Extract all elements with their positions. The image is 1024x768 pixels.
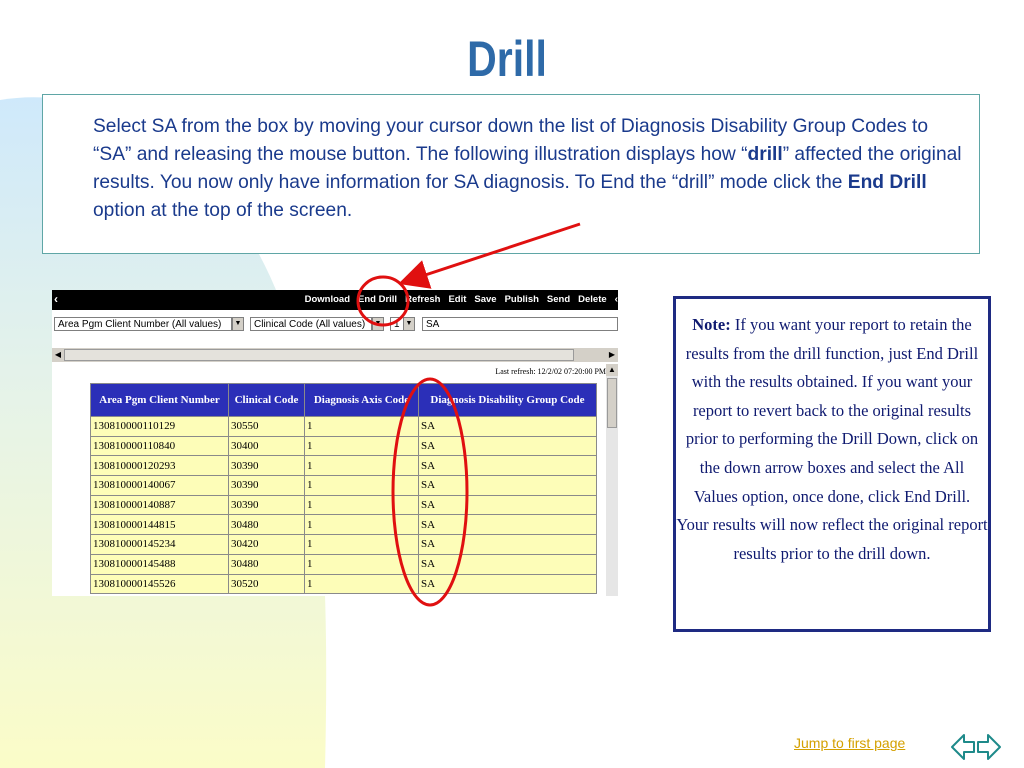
menu-delete[interactable]: Delete (578, 294, 607, 305)
table-row: 130810000140067 30390 1 SA (90, 475, 597, 496)
cell-clinical-code: 30550 (228, 416, 305, 437)
group-filter-select[interactable]: SA (422, 317, 618, 331)
cell-axis-code: 1 (304, 514, 419, 536)
scroll-right-icon[interactable]: ▶ (606, 349, 618, 361)
cell-client-number: 130810000110840 (90, 435, 229, 457)
cell-clinical-code: 30480 (228, 553, 305, 575)
report-menu-bar: ‹ Download End Drill Refresh Edit Save P… (52, 290, 618, 310)
report-screenshot: ‹ Download End Drill Refresh Edit Save P… (52, 290, 618, 596)
axis-filter-select[interactable]: 1 (390, 317, 404, 331)
back-arrow-icon[interactable]: ‹ (54, 292, 58, 306)
intro-part-3: option at the top of the screen. (93, 200, 353, 221)
table-row: 130810000145234 30420 1 SA (90, 534, 597, 555)
cell-client-number: 130810000120293 (90, 455, 229, 477)
menu-send[interactable]: Send (547, 294, 570, 305)
cell-group-code: SA (418, 455, 597, 477)
note-text: Note: If you want your report to retain … (676, 311, 988, 568)
cell-client-number: 130810000110129 (90, 416, 229, 437)
table-row: 130810000145526 30520 1 SA (90, 573, 597, 595)
intro-bold-end-drill: End Drill (847, 172, 927, 193)
cell-axis-code: 1 (304, 416, 419, 437)
menu-end-drill[interactable]: End Drill (358, 294, 397, 305)
cell-clinical-code: 30480 (228, 514, 305, 536)
cell-client-number: 130810000145234 (90, 534, 229, 555)
note-box: Note: If you want your report to retain … (673, 296, 991, 632)
table-row: 130810000110840 30400 1 SA (90, 435, 597, 457)
cell-axis-code: 1 (304, 534, 419, 555)
table-row: 130810000144815 30480 1 SA (90, 514, 597, 536)
clinical-filter-dropdown-icon[interactable]: ▼ (372, 317, 384, 331)
cell-group-code: SA (418, 573, 597, 595)
scroll-left-icon[interactable]: ◀ (52, 349, 64, 361)
header-diagnosis-disability-group-code[interactable]: Diagnosis Disability Group Code (418, 383, 597, 417)
instructions-text: Select SA from the box by moving your cu… (93, 113, 968, 225)
slide-title: Drill (467, 31, 547, 87)
cell-axis-code: 1 (304, 573, 419, 595)
cell-axis-code: 1 (304, 494, 419, 516)
cell-group-code: SA (418, 514, 597, 536)
cell-clinical-code: 30520 (228, 573, 305, 595)
scroll-up-icon[interactable]: ▲ (606, 364, 618, 376)
menu-refresh[interactable]: Refresh (405, 294, 440, 305)
cell-group-code: SA (418, 534, 597, 555)
cell-group-code: SA (418, 553, 597, 575)
cell-group-code: SA (418, 494, 597, 516)
area-filter-dropdown-icon[interactable]: ▼ (232, 317, 244, 331)
cell-axis-code: 1 (304, 475, 419, 496)
cell-group-code: SA (418, 475, 597, 496)
cell-axis-code: 1 (304, 553, 419, 575)
menu-edit[interactable]: Edit (448, 294, 466, 305)
menu-save[interactable]: Save (474, 294, 496, 305)
cell-group-code: SA (418, 435, 597, 457)
header-diagnosis-axis-code[interactable]: Diagnosis Axis Code (304, 383, 419, 417)
cell-axis-code: 1 (304, 435, 419, 457)
clinical-filter-select[interactable]: Clinical Code (All values) (250, 317, 372, 331)
note-body: If you want your report to retain the re… (676, 315, 988, 563)
cell-clinical-code: 30390 (228, 455, 305, 477)
axis-filter-dropdown-icon[interactable]: ▼ (403, 317, 415, 331)
cell-client-number: 130810000140067 (90, 475, 229, 496)
right-arrow-icon[interactable] (977, 734, 1001, 760)
cell-group-code: SA (418, 416, 597, 437)
cell-clinical-code: 30420 (228, 534, 305, 555)
results-table: Area Pgm Client Number Clinical Code Dia… (90, 383, 597, 595)
horizontal-scroll-thumb[interactable] (64, 349, 574, 361)
vertical-scrollbar[interactable]: ▲ (606, 364, 618, 596)
cell-client-number: 130810000140887 (90, 494, 229, 516)
table-row: 130810000120293 30390 1 SA (90, 455, 597, 477)
table-row: 130810000145488 30480 1 SA (90, 553, 597, 575)
table-row: 130810000110129 30550 1 SA (90, 416, 597, 437)
instructions-box: Select SA from the box by moving your cu… (42, 94, 980, 254)
header-clinical-code[interactable]: Clinical Code (228, 383, 305, 417)
cell-client-number: 130810000145526 (90, 573, 229, 595)
note-label: Note: (692, 315, 731, 334)
area-filter-select[interactable]: Area Pgm Client Number (All values) (54, 317, 232, 331)
menu-publish[interactable]: Publish (505, 294, 539, 305)
header-area-pgm-client-number[interactable]: Area Pgm Client Number (90, 383, 229, 417)
jump-to-first-page-link[interactable]: Jump to first page (794, 735, 905, 751)
vertical-scroll-thumb[interactable] (607, 378, 617, 428)
cell-clinical-code: 30390 (228, 475, 305, 496)
table-row: 130810000140887 30390 1 SA (90, 494, 597, 516)
left-right-arrows-icon[interactable] (950, 731, 1002, 763)
intro-bold-drill: drill (747, 144, 783, 165)
filter-row: Area Pgm Client Number (All values) ▼ Cl… (52, 314, 618, 334)
cell-client-number: 130810000145488 (90, 553, 229, 575)
menu-download[interactable]: Download (305, 294, 350, 305)
forward-arrow-icon[interactable]: ‹ (615, 294, 618, 305)
menu-items: Download End Drill Refresh Edit Save Pub… (305, 294, 618, 305)
cell-axis-code: 1 (304, 455, 419, 477)
results-table-body: 130810000110129 30550 1 SA 130810000110840 3… (90, 416, 597, 595)
cell-client-number: 130810000144815 (90, 514, 229, 536)
horizontal-scrollbar[interactable]: ◀ ▶ (52, 348, 618, 362)
cell-clinical-code: 30390 (228, 494, 305, 516)
last-refresh-text: Last refresh: 12/2/02 07:20:00 PM (495, 367, 606, 376)
left-arrow-icon[interactable] (951, 734, 975, 760)
cell-clinical-code: 30400 (228, 435, 305, 457)
